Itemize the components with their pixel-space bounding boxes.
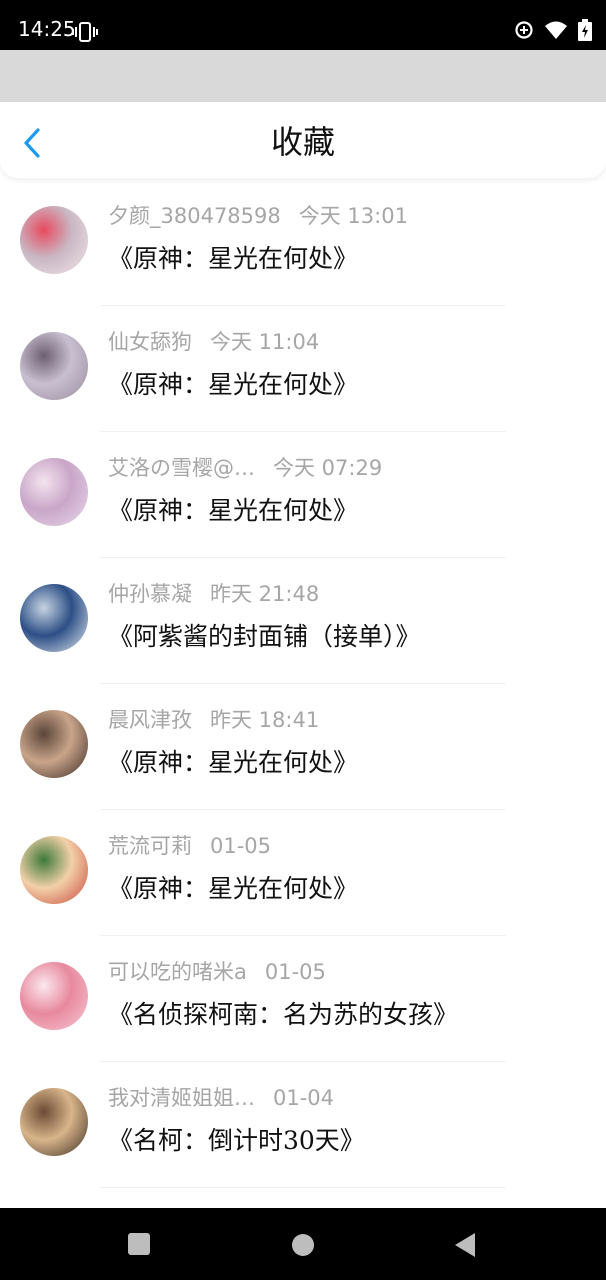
story-title[interactable]: 《名柯：倒计时30天》 xyxy=(108,1124,365,1158)
timestamp: 01-05 xyxy=(210,834,272,858)
recents-square-icon[interactable] xyxy=(127,1232,153,1258)
author-name: 晨风津孜 xyxy=(108,708,192,732)
favorite-item[interactable]: 我对清姬姐姐… 01-04 《名柯：倒计时30天》 xyxy=(0,1062,606,1188)
avatar[interactable] xyxy=(20,836,88,904)
author-name: 艾洛の雪樱@… xyxy=(108,456,255,480)
avatar[interactable] xyxy=(20,1088,88,1156)
favorite-item[interactable]: 仲孙慕凝 昨天 21:48 《阿紫酱的封面铺（接单）》 xyxy=(0,558,606,684)
avatar[interactable] xyxy=(20,710,88,778)
item-meta: 荒流可莉 01-05 xyxy=(108,832,271,860)
item-meta: 仲孙慕凝 昨天 21:48 xyxy=(108,580,319,608)
avatar[interactable] xyxy=(20,584,88,652)
header: 收藏 xyxy=(0,102,606,178)
avatar[interactable] xyxy=(20,206,88,274)
favorite-item[interactable]: 可以吃的啫米a 01-05 《名侦探柯南：名为苏的女孩》 xyxy=(0,936,606,1062)
favorite-item[interactable]: 夕颜_380478598 今天 13:01 《原神：星光在何处》 xyxy=(0,180,606,306)
story-title[interactable]: 《原神：星光在何处》 xyxy=(108,368,358,402)
item-meta: 艾洛の雪樱@… 今天 07:29 xyxy=(108,454,382,482)
author-name: 我对清姬姐姐… xyxy=(108,1086,255,1110)
item-meta: 仙女舔狗 今天 11:04 xyxy=(108,328,319,356)
story-title[interactable]: 《原神：星光在何处》 xyxy=(108,242,358,276)
timestamp: 01-04 xyxy=(273,1086,335,1110)
avatar[interactable] xyxy=(20,332,88,400)
timestamp: 昨天 18:41 xyxy=(210,708,320,732)
favorite-item[interactable]: 艾洛の雪樱@… 今天 07:29 《原神：星光在何处》 xyxy=(0,432,606,558)
status-time: 14:25 xyxy=(18,17,76,41)
avatar[interactable] xyxy=(20,458,88,526)
author-name: 仲孙慕凝 xyxy=(108,582,192,606)
page-title: 收藏 xyxy=(270,123,335,161)
item-meta: 可以吃的啫米a 01-05 xyxy=(108,958,326,986)
back-triangle-icon[interactable] xyxy=(453,1232,479,1258)
timestamp: 昨天 21:48 xyxy=(210,582,320,606)
favorites-list: 夕颜_380478598 今天 13:01 《原神：星光在何处》 仙女舔狗 今天 11:… xyxy=(0,180,606,1188)
data-saver-icon xyxy=(514,20,534,44)
story-title[interactable]: 《名侦探柯南：名为苏的女孩》 xyxy=(108,998,458,1032)
author-name: 夕颜_380478598 xyxy=(108,204,281,228)
navigation-bar xyxy=(0,1208,606,1280)
vibrate-icon xyxy=(72,21,98,43)
item-meta: 晨风津孜 昨天 18:41 xyxy=(108,706,319,734)
avatar[interactable] xyxy=(20,962,88,1030)
story-title[interactable]: 《原神：星光在何处》 xyxy=(108,746,358,780)
timestamp: 01-05 xyxy=(264,960,326,984)
favorite-item[interactable]: 仙女舔狗 今天 11:04 《原神：星光在何处》 xyxy=(0,306,606,432)
author-name: 可以吃的啫米a xyxy=(108,960,247,984)
gray-strip xyxy=(0,50,606,102)
battery-icon xyxy=(578,19,592,45)
item-meta: 夕颜_380478598 今天 13:01 xyxy=(108,202,408,230)
author-name: 仙女舔狗 xyxy=(108,330,192,354)
story-title[interactable]: 《阿紫酱的封面铺（接单）》 xyxy=(108,620,421,654)
status-bar: 14:25 xyxy=(0,0,606,50)
wifi-icon xyxy=(544,20,568,44)
story-title[interactable]: 《原神：星光在何处》 xyxy=(108,494,358,528)
timestamp: 今天 07:29 xyxy=(273,456,383,480)
favorite-item[interactable]: 荒流可莉 01-05 《原神：星光在何处》 xyxy=(0,810,606,936)
author-name: 荒流可莉 xyxy=(108,834,192,858)
favorites-screen: 14:25 收藏 夕颜_380478598 今天 13:01 《原神：星光在何处… xyxy=(0,0,606,1280)
timestamp: 今天 13:01 xyxy=(298,204,408,228)
favorite-item[interactable]: 晨风津孜 昨天 18:41 《原神：星光在何处》 xyxy=(0,684,606,810)
status-icons xyxy=(514,19,592,45)
divider xyxy=(100,1187,506,1188)
home-circle-icon[interactable] xyxy=(290,1232,316,1258)
timestamp: 今天 11:04 xyxy=(210,330,320,354)
story-title[interactable]: 《原神：星光在何处》 xyxy=(108,872,358,906)
item-meta: 我对清姬姐姐… 01-04 xyxy=(108,1084,334,1112)
